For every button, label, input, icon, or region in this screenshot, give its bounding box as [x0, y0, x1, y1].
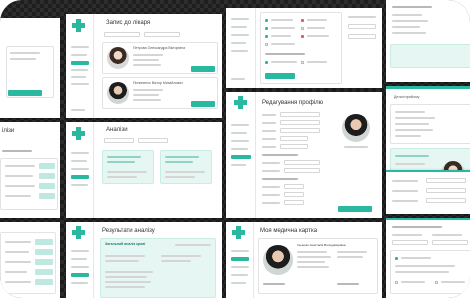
- mockup-collage: Запис до лікаря Петрова Олександра Вікто…: [0, 0, 470, 298]
- time-field[interactable]: [348, 24, 376, 29]
- book-button[interactable]: [191, 101, 215, 107]
- screen-analyses: Аналізи: [66, 122, 222, 218]
- sidebar-item-active[interactable]: [231, 257, 249, 261]
- screen-left-bottom: [0, 222, 60, 298]
- doctor-name: Петрова Олександра Вікторівна: [133, 46, 186, 50]
- weight-field[interactable]: [284, 192, 304, 197]
- info-panel: [390, 250, 470, 294]
- profile-photo[interactable]: [342, 114, 370, 142]
- logo-icon: [234, 96, 247, 109]
- first-name-field[interactable]: [280, 120, 320, 125]
- results-card: Загальний аналіз крові: [100, 238, 216, 298]
- doctor-card[interactable]: Петрова Олександра Вікторівна: [102, 42, 218, 74]
- page-title: Деталі прийому: [394, 95, 420, 99]
- doctor-avatar: [107, 47, 129, 69]
- sidebar-item-active[interactable]: [71, 175, 89, 179]
- logo-icon: [72, 19, 85, 32]
- page-title: Результати аналізу: [102, 228, 155, 234]
- page-title: Моя медична картка: [260, 228, 318, 234]
- page-title: Аналізи: [106, 127, 128, 133]
- sidebar: [226, 92, 256, 218]
- sidebar: [66, 122, 94, 218]
- doctor-name: Пилипенко Віктор Михайлович: [133, 81, 183, 85]
- specialty-select[interactable]: [144, 32, 180, 37]
- screen-medical-card: Моя медична картка Ільченко Анастасія Во…: [226, 222, 382, 298]
- middle-name-field[interactable]: [280, 128, 320, 133]
- screen-analysis-results: Результати аналізу Загальний аналіз кров…: [66, 222, 222, 298]
- height-field[interactable]: [284, 184, 304, 189]
- screen-filters: [226, 8, 382, 88]
- logo-icon: [232, 226, 245, 239]
- sidebar: [66, 14, 94, 118]
- patient-avatar: [263, 245, 293, 275]
- list-panel: [0, 158, 58, 210]
- patient-name: Ільченко Анастасія Володимирівна: [297, 243, 346, 247]
- time-field[interactable]: [348, 34, 376, 39]
- filter-panel: [260, 12, 342, 84]
- info-card: [390, 44, 470, 68]
- save-button[interactable]: [338, 206, 372, 212]
- patient-card: Ільченко Анастасія Володимирівна: [258, 238, 378, 294]
- form-field[interactable]: [426, 178, 466, 183]
- form-field[interactable]: [426, 198, 466, 203]
- screen-right-top: [386, 0, 470, 82]
- book-button[interactable]: [191, 66, 215, 72]
- date-select[interactable]: [138, 138, 168, 143]
- birth-date-field[interactable]: [280, 136, 308, 141]
- blood-type-field[interactable]: [284, 200, 304, 205]
- search-input[interactable]: [104, 32, 140, 37]
- form-field[interactable]: [392, 240, 428, 245]
- analysis-card[interactable]: [102, 150, 154, 184]
- page-title: Редагування профілю: [262, 100, 324, 106]
- email-field[interactable]: [284, 168, 320, 173]
- screen-left-middle: ілізи: [0, 122, 60, 218]
- sidebar-item-active[interactable]: [231, 155, 251, 159]
- sidebar-item-active[interactable]: [71, 273, 89, 277]
- doctor-avatar: [107, 82, 129, 104]
- search-input[interactable]: [104, 138, 134, 143]
- analysis-name: Загальний аналіз крові: [105, 242, 146, 246]
- page-title: ілізи: [2, 128, 15, 134]
- doctor-card[interactable]: Пилипенко Віктор Михайлович: [102, 77, 218, 109]
- screen-left-top: [0, 18, 60, 118]
- sidebar: [226, 222, 254, 298]
- page-title: Запис до лікаря: [106, 20, 151, 26]
- primary-button[interactable]: [8, 90, 42, 96]
- screen-profile-edit: Редагування профілю: [226, 92, 382, 218]
- form-field[interactable]: [426, 188, 466, 193]
- logo-icon: [72, 127, 85, 140]
- last-name-field[interactable]: [280, 112, 320, 117]
- gender-select[interactable]: [280, 144, 308, 149]
- phone-field[interactable]: [284, 160, 320, 165]
- details-panel: [390, 104, 470, 144]
- apply-button[interactable]: [265, 73, 295, 79]
- form-field[interactable]: [432, 240, 468, 245]
- screen-right-lower: [386, 170, 470, 214]
- logo-icon: [72, 226, 85, 239]
- analysis-card[interactable]: [160, 150, 212, 184]
- screen-right-bottom: [386, 218, 470, 298]
- list-panel: [0, 232, 56, 294]
- sidebar: [226, 8, 256, 88]
- sidebar-item-active[interactable]: [71, 61, 89, 65]
- screen-appointment: Запис до лікаря Петрова Олександра Вікто…: [66, 14, 222, 118]
- sidebar: [66, 222, 94, 298]
